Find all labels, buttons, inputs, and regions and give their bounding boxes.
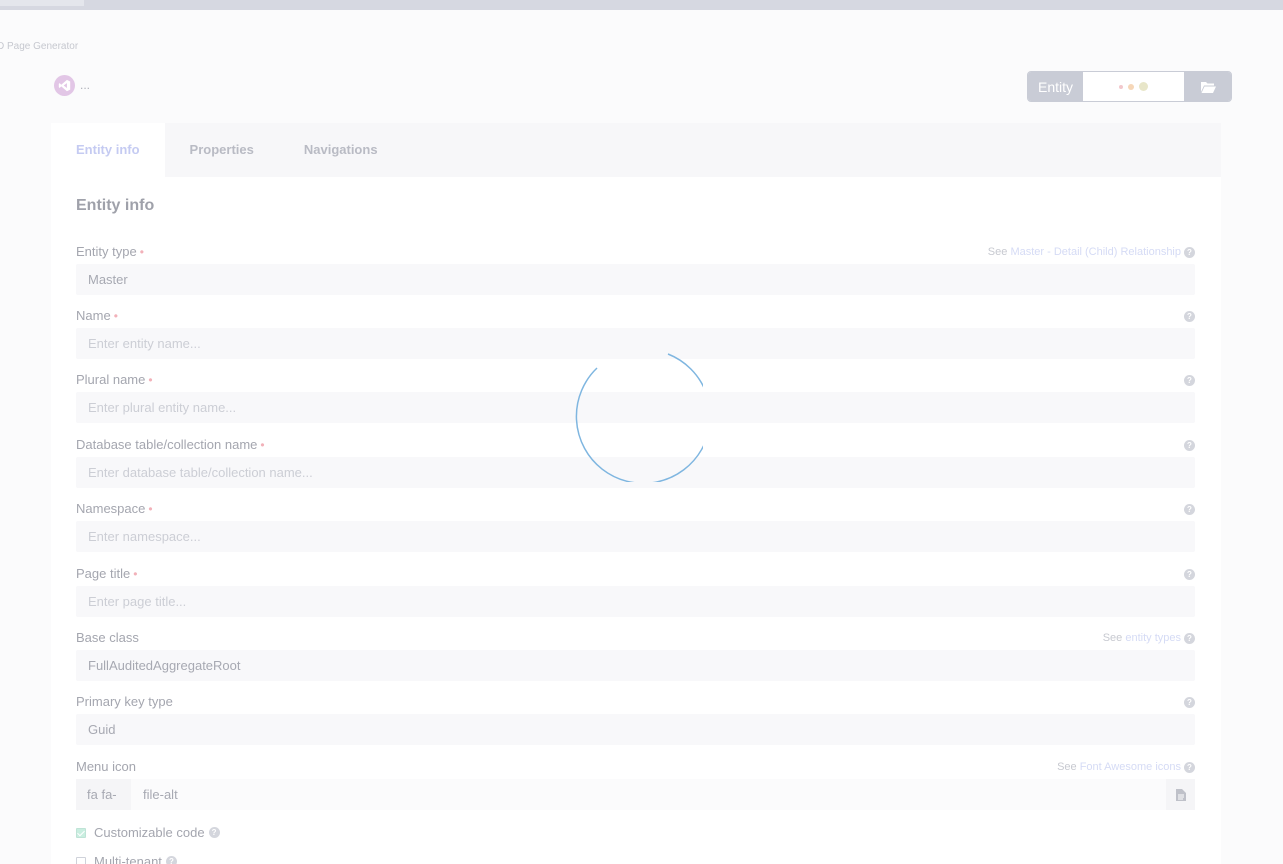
app-title: JD Page Generator <box>0 41 79 52</box>
customizable-code-row[interactable]: Customizable code ? <box>76 825 220 840</box>
tab-bar: Entity info Properties Navigations <box>51 123 1221 177</box>
multi-tenant-row[interactable]: Multi-tenant ? <box>76 854 177 864</box>
menu-icon-prefix: fa fa- <box>76 779 131 810</box>
primary-key-select[interactable]: Guid <box>76 714 1195 745</box>
loading-spinner-icon <box>575 353 703 482</box>
namespace-label: Namespace • <box>76 501 153 516</box>
help-icon[interactable]: ? <box>1184 762 1195 773</box>
menu-icon-see: See Font Awesome icons <box>1057 761 1181 773</box>
help-icon[interactable]: ? <box>1184 375 1195 386</box>
required-marker: • <box>148 373 153 387</box>
folder-open-icon <box>1200 81 1216 93</box>
help-icon[interactable]: ? <box>165 856 177 864</box>
base-class-see: See entity types <box>1102 632 1181 644</box>
base-class-label: Base class <box>76 630 139 645</box>
base-class-select[interactable]: FullAuditedAggregateRoot <box>76 650 1195 681</box>
vs-logo-icon <box>54 75 75 96</box>
entity-selector: Entity <box>1027 71 1232 102</box>
required-marker: • <box>148 502 153 516</box>
master-detail-link[interactable]: Master - Detail (Child) Relationship <box>1010 246 1181 258</box>
help-icon[interactable]: ? <box>1184 504 1195 515</box>
help-icon[interactable]: ? <box>1184 311 1195 322</box>
menu-icon-field: Menu icon See Font Awesome icons ? fa fa… <box>76 758 1195 810</box>
open-folder-button[interactable] <box>1184 72 1231 101</box>
help-icon[interactable]: ? <box>1184 697 1195 708</box>
multi-tenant-label: Multi-tenant <box>94 854 162 864</box>
namespace-input[interactable]: Enter namespace... <box>76 521 1195 552</box>
top-bar-tab[interactable] <box>0 0 84 6</box>
section-title: Entity info <box>76 197 155 214</box>
loading-dot <box>1128 83 1134 90</box>
tab-navigations[interactable]: Navigations <box>279 123 403 177</box>
entity-type-select[interactable]: Master <box>76 264 1195 295</box>
help-icon[interactable]: ? <box>208 827 220 838</box>
required-marker: • <box>139 245 144 259</box>
tab-properties[interactable]: Properties <box>165 123 279 177</box>
menu-icon-input[interactable]: file-alt <box>131 779 1166 810</box>
page-title-input[interactable]: Enter page title... <box>76 586 1195 617</box>
menu-icon-input-group: fa fa- file-alt <box>76 779 1195 810</box>
base-class-field: Base class See entity types ? FullAudite… <box>76 629 1195 681</box>
help-icon[interactable]: ? <box>1184 247 1195 258</box>
page-title-field: Page title • ? Enter page title... <box>76 565 1195 617</box>
top-bar <box>0 0 1283 10</box>
page-title-label: Page title • <box>76 566 138 581</box>
entity-types-link[interactable]: entity types <box>1125 632 1181 644</box>
entity-select[interactable] <box>1083 72 1184 101</box>
menu-icon-label: Menu icon <box>76 759 136 774</box>
required-marker: • <box>113 309 118 323</box>
loading-dot <box>1119 84 1123 89</box>
required-marker: • <box>260 438 265 452</box>
entity-card: Entity info Properties Navigations Entit… <box>51 123 1221 864</box>
name-label: Name • <box>76 308 118 323</box>
primary-key-field: Primary key type ? Guid <box>76 693 1195 745</box>
font-awesome-link[interactable]: Font Awesome icons <box>1080 761 1181 773</box>
namespace-field: Namespace • ? Enter namespace... <box>76 500 1195 552</box>
required-marker: • <box>133 567 138 581</box>
file-icon <box>1166 779 1195 810</box>
logo-ellipsis: ... <box>80 78 91 92</box>
help-icon[interactable]: ? <box>1184 440 1195 451</box>
customizable-code-label: Customizable code <box>94 825 205 840</box>
entity-type-see: See Master - Detail (Child) Relationship <box>987 246 1181 258</box>
multi-tenant-checkbox[interactable] <box>76 856 86 864</box>
help-icon[interactable]: ? <box>1184 633 1195 644</box>
entity-type-field: Entity type • See Master - Detail (Child)… <box>76 243 1195 295</box>
primary-key-label: Primary key type <box>76 694 173 709</box>
tab-entity-info[interactable]: Entity info <box>51 123 165 177</box>
customizable-code-checkbox[interactable] <box>76 827 86 838</box>
loading-dot <box>1139 82 1148 91</box>
help-icon[interactable]: ? <box>1184 569 1195 580</box>
entity-label: Entity <box>1028 72 1083 101</box>
